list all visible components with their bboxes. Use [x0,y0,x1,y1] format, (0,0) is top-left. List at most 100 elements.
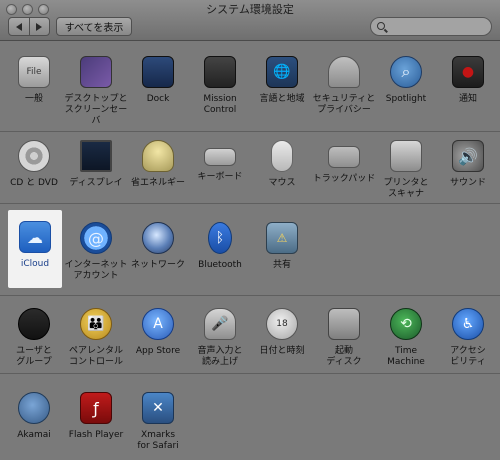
pref-label: デスクトップと スクリーンセーバ [64,94,128,126]
app-store-icon: A [142,308,174,340]
network-icon [142,222,174,254]
pref-label: セキュリティと プライバシー [312,94,376,115]
pref-label: App Store [135,346,181,356]
accessibility-icon: ♿ [452,308,484,340]
sharing-icon: ⚠ [266,222,298,254]
pref-parental-controls[interactable]: 👪 ペアレンタル コントロール [64,308,128,368]
xmarks-icon: ✕ [142,392,174,424]
mouse-icon [271,140,293,172]
pref-energy-saver[interactable]: 省エネルギー [126,140,190,189]
sound-icon: 🔊 [452,140,484,172]
spotlight-icon: ⌕ [390,56,422,88]
security-privacy-icon [328,56,360,88]
pref-label: キーボード [197,172,243,182]
pref-xmarks[interactable]: ✕ Xmarks for Safari [126,392,190,452]
toolbar: システム環境設定 すべてを表示 [0,0,500,41]
pref-language-region[interactable]: 🌐 言語と地域 [250,56,314,105]
date-time-icon: 18 [266,308,298,340]
pref-icloud[interactable]: ☁ iCloud [8,210,62,288]
pref-mission-control[interactable]: Mission Control [188,56,252,116]
pref-label: Bluetooth [198,260,242,270]
users-groups-icon [18,308,50,340]
pref-sound[interactable]: 🔊 サウンド [436,140,500,189]
chevron-right-icon [36,22,43,31]
pref-label: ディスプレイ [69,178,123,188]
pref-keyboard[interactable]: キーボード [188,140,252,183]
pref-date-time[interactable]: 18 日付と時刻 [250,308,314,357]
pref-akamai[interactable]: Akamai [2,392,66,441]
energy-saver-icon [142,140,174,172]
pref-label: iCloud [20,259,50,269]
prefs-section-personal: File 一般 デスクトップと スクリーンセーバ Dock Mission Co… [0,41,500,132]
pref-trackpad[interactable]: トラックパッド [312,140,376,185]
pref-internet-accounts[interactable]: @ インターネット アカウント [64,222,128,282]
dock-icon [142,56,174,88]
akamai-icon [18,392,50,424]
pref-spotlight[interactable]: ⌕ Spotlight [374,56,438,105]
pref-label: サウンド [449,178,486,188]
pref-label: 起動 ディスク [326,346,362,367]
pref-accessibility[interactable]: ♿ アクセシ ビリティ [436,308,500,368]
pref-label: Akamai [17,430,51,440]
pref-network[interactable]: ネットワーク [126,222,190,271]
search-icon [377,22,385,30]
show-all-button[interactable]: すべてを表示 [56,17,132,36]
pref-bluetooth[interactable]: ᛒ Bluetooth [188,222,252,271]
pref-label: Flash Player [68,430,124,440]
forward-button[interactable] [28,18,50,35]
chevron-left-icon [15,22,22,31]
time-machine-icon: ⟲ [390,308,422,340]
pref-app-store[interactable]: A App Store [126,308,190,357]
pref-notifications[interactable]: ● 通知 [436,56,500,105]
pref-users-groups[interactable]: ユーザと グループ [2,308,66,368]
pref-security-privacy[interactable]: セキュリティと プライバシー [312,56,376,116]
pref-label: Mission Control [203,94,237,115]
keyboard-icon [204,148,236,166]
prefs-section-system: ユーザと グループ 👪 ペアレンタル コントロール A App Store 🎤 … [0,296,500,374]
prefs-section-hardware: CD と DVD ディスプレイ 省エネルギー キーボード マウス トラックパッド [0,132,500,204]
pref-general[interactable]: File 一般 [2,56,66,105]
mission-control-icon [204,56,236,88]
pref-label: Xmarks for Safari [137,430,179,451]
pref-mouse[interactable]: マウス [250,140,314,189]
pref-label: アクセシ ビリティ [450,346,486,367]
printer-scanner-icon [390,140,422,172]
search-input[interactable] [370,17,492,36]
back-button[interactable] [9,18,29,35]
prefs-section-internet-wireless: ☁ iCloud @ インターネット アカウント ネットワーク ᛒ Blueto… [0,204,500,296]
general-icon: File [18,56,50,88]
pref-dock[interactable]: Dock [126,56,190,105]
pref-label: 日付と時刻 [259,346,305,356]
startup-disk-icon [328,308,360,340]
pref-flash-player[interactable]: ƒ Flash Player [64,392,128,441]
pref-label: ペアレンタル コントロール [68,346,123,367]
pref-label: ユーザと グループ [16,346,52,367]
pref-desktop-screensaver[interactable]: デスクトップと スクリーンセーバ [64,56,128,127]
window-title: システム環境設定 [206,3,294,16]
pref-label: 通知 [458,94,477,104]
pref-label: 音声入力と 読み上げ [197,346,243,367]
pref-label: 共有 [272,260,291,270]
pref-dictation-speech[interactable]: 🎤 音声入力と 読み上げ [188,308,252,368]
pref-label: インターネット アカウント [64,260,128,281]
flash-player-icon: ƒ [80,392,112,424]
dictation-speech-icon: 🎤 [204,308,236,340]
pref-displays[interactable]: ディスプレイ [64,140,128,189]
pref-label: マウス [268,178,296,188]
icloud-icon: ☁ [19,221,51,253]
pref-printers-scanners[interactable]: プリンタと スキャナ [374,140,438,200]
system-preferences-window: システム環境設定 すべてを表示 File 一般 デスクトップと スクリーンセーバ [0,0,500,460]
trackpad-icon [328,146,360,168]
pref-sharing[interactable]: ⚠ 共有 [250,222,314,271]
pref-label: プリンタと スキャナ [383,178,429,199]
pref-time-machine[interactable]: ⟲ Time Machine [374,308,438,368]
pref-label: ネットワーク [130,260,185,270]
notifications-icon: ● [452,56,484,88]
pref-cd-dvd[interactable]: CD と DVD [2,140,66,189]
pref-startup-disk[interactable]: 起動 ディスク [312,308,376,368]
pref-label: CD と DVD [10,178,58,188]
parental-controls-icon: 👪 [80,308,112,340]
prefs-section-other: Akamai ƒ Flash Player ✕ Xmarks for Safar… [0,374,500,460]
pref-label: 言語と地域 [259,94,305,104]
pref-label: Dock [146,94,170,104]
